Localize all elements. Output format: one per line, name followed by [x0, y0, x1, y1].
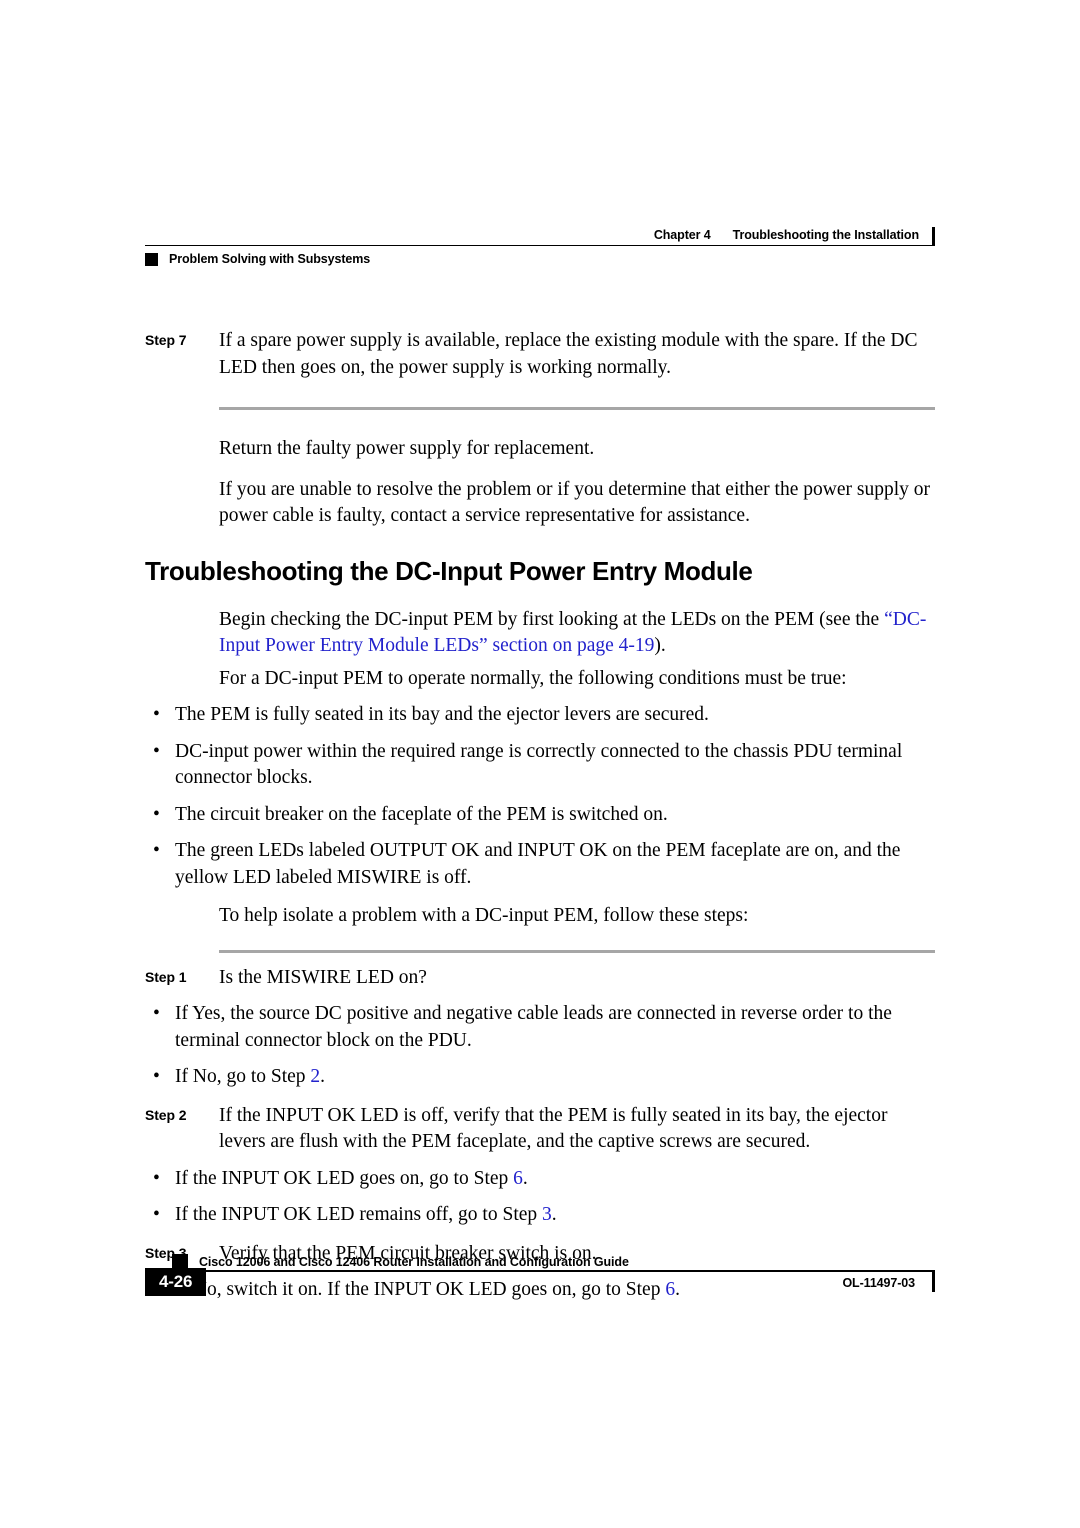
- link-step-reference[interactable]: 2: [310, 1066, 320, 1087]
- page-content: Step 7 If a spare power supply is availa…: [145, 328, 935, 1304]
- list-item-text: The circuit breaker on the faceplate of …: [175, 803, 668, 825]
- step-7-row: Step 7 If a spare power supply is availa…: [145, 328, 935, 381]
- list-item-text: If No, go to Step: [175, 1066, 311, 1087]
- paragraph-begin-checking-post: ).: [654, 635, 666, 656]
- bullet-icon: •: [153, 704, 160, 725]
- paragraph-begin-checking: Begin checking the DC-input PEM by first…: [219, 607, 935, 660]
- list-item: • If No, go to Step 2.: [145, 1064, 935, 1091]
- link-step-reference[interactable]: 3: [542, 1204, 552, 1225]
- list-item: • The PEM is fully seated in its bay and …: [145, 702, 935, 729]
- list-item: • The green LEDs labeled OUTPUT OK and IN…: [145, 838, 935, 891]
- list-item-text: If the INPUT OK LED goes on, go to Step: [175, 1167, 514, 1189]
- page-number-badge: 4-26: [145, 1267, 207, 1296]
- footer-bottom-row: 4-26 OL-11497-03: [145, 1267, 935, 1302]
- list-item: • The circuit breaker on the faceplate of…: [145, 802, 935, 829]
- paragraph-return-faulty-supply: Return the faulty power supply for repla…: [219, 438, 595, 459]
- list-item-text: DC-input power within the required range…: [175, 740, 903, 789]
- square-marker-icon: [145, 252, 158, 266]
- page-header: Chapter 4 Troubleshooting the Installati…: [145, 227, 935, 266]
- header-bottom-row: Problem Solving with Subsystems: [145, 252, 935, 266]
- bullet-icon: •: [153, 1066, 160, 1087]
- bullet-icon: •: [153, 840, 160, 861]
- list-item-text-post: .: [320, 1066, 326, 1087]
- list-item-text: The PEM is fully seated in its bay and t…: [175, 704, 709, 725]
- header-section-title: Problem Solving with Subsystems: [169, 252, 371, 266]
- list-item-text: If the INPUT OK LED remains off, go to S…: [175, 1204, 543, 1225]
- list-item-text-post: .: [522, 1167, 528, 1189]
- list-item: • If the INPUT OK LED remains off, go to …: [145, 1202, 935, 1229]
- step-1-bullet-list: • If Yes, the source DC positive and nega…: [145, 1001, 935, 1091]
- list-item-text-post: .: [551, 1204, 557, 1225]
- list-item-text: If Yes, the source DC positive and negat…: [175, 1003, 892, 1051]
- header-chapter-number: Chapter 4: [653, 228, 711, 242]
- footer-end-bar-icon: [931, 1271, 935, 1292]
- document-page: Chapter 4 Troubleshooting the Installati…: [0, 0, 1080, 1528]
- page-footer: Cisco 12006 and Cisco 12406 Router Insta…: [145, 1246, 935, 1302]
- link-step-reference[interactable]: 6: [513, 1168, 523, 1189]
- paragraph-unable-to-resolve: If you are unable to resolve the problem…: [219, 478, 930, 527]
- paragraph-begin-checking-pre: Begin checking the DC-input PEM by first…: [219, 608, 885, 630]
- header-end-bar-icon: [931, 227, 935, 245]
- paragraph-isolate-intro: To help isolate a problem with a DC-inpu…: [219, 905, 749, 926]
- footer-top-row: Cisco 12006 and Cisco 12406 Router Insta…: [145, 1246, 935, 1270]
- list-item: • If the INPUT OK LED goes on, go to Step…: [145, 1166, 935, 1193]
- paragraph-conditions-intro: For a DC-input PEM to operate normally, …: [219, 667, 847, 689]
- list-item-text: The green LEDs labeled OUTPUT OK and INP…: [175, 840, 901, 888]
- bullet-icon: •: [153, 1204, 160, 1225]
- bullet-icon: •: [153, 803, 160, 825]
- list-item: • If Yes, the source DC positive and nega…: [145, 1001, 935, 1054]
- bullet-icon: •: [153, 1003, 160, 1024]
- step-1-label: Step 1: [145, 968, 187, 985]
- step-2-row: Step 2 If the INPUT OK LED is off, verif…: [145, 1103, 935, 1156]
- step-2-text: If the INPUT OK LED is off, verify that …: [219, 1104, 888, 1153]
- conditions-bullet-list: • The PEM is fully seated in its bay and …: [145, 702, 935, 891]
- section-heading-dc-input-pem: Troubleshooting the DC-Input Power Entry…: [145, 555, 753, 586]
- step-2-label: Step 2: [145, 1106, 187, 1123]
- step-1-text: Is the MISWIRE LED on?: [219, 966, 427, 988]
- step-7-text: If a spare power supply is available, re…: [219, 330, 918, 378]
- footer-document-id: OL-11497-03: [842, 1275, 915, 1290]
- step-1-row: Step 1 Is the MISWIRE LED on?: [145, 965, 935, 992]
- bullet-icon: •: [153, 740, 160, 762]
- step-2-bullet-list: • If the INPUT OK LED goes on, go to Step…: [145, 1166, 935, 1229]
- step-7-label: Step 7: [145, 332, 187, 348]
- header-top-row: Chapter 4 Troubleshooting the Installati…: [145, 227, 935, 246]
- bullet-icon: •: [153, 1167, 160, 1189]
- footer-guide-title: Cisco 12006 and Cisco 12406 Router Insta…: [199, 1255, 629, 1269]
- list-item: • DC-input power within the required rang…: [145, 739, 935, 792]
- header-chapter-title: Troubleshooting the Installation: [732, 228, 919, 242]
